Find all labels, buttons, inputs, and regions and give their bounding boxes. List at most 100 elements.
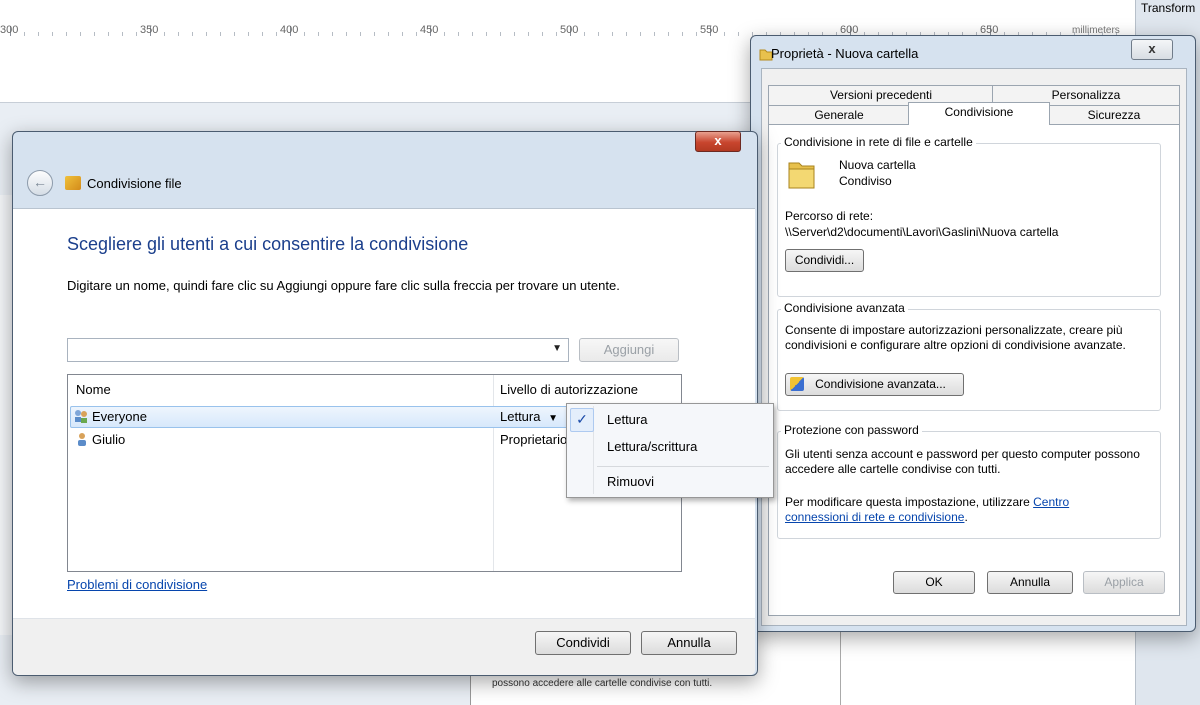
tab-condivisione[interactable]: Condivisione <box>908 102 1050 125</box>
apply-button[interactable]: Applica <box>1083 571 1165 594</box>
properties-close-button[interactable]: x <box>1131 39 1173 60</box>
password-protection-description: Gli utenti senza account e password per … <box>785 447 1140 476</box>
file-sharing-close-button[interactable]: x <box>695 131 741 152</box>
annulla-button[interactable]: Annulla <box>641 631 737 655</box>
sharing-problems-link[interactable]: Problemi di condivisione <box>67 577 207 592</box>
tab-page-condivisione: Condivisione in rete di file e cartelle … <box>768 124 1180 616</box>
ruler-minor-tick <box>612 32 613 36</box>
ruler-minor-tick <box>402 32 403 36</box>
permission-dropdown-arrow-icon[interactable]: ▼ <box>548 413 558 424</box>
ruler-minor-tick <box>192 32 193 36</box>
ruler-minor-tick <box>486 32 487 36</box>
ruler-minor-tick <box>234 32 235 36</box>
network-path-label: Percorso di rete: <box>785 209 874 223</box>
background-panel <box>840 625 1136 705</box>
ruler-minor-tick <box>94 32 95 36</box>
ok-button[interactable]: OK <box>893 571 975 594</box>
advanced-sharing-description: Consente di impostare autorizzazioni per… <box>785 323 1126 352</box>
condividi-button[interactable]: Condividi <box>535 631 631 655</box>
shield-icon <box>790 377 804 391</box>
ruler-minor-tick <box>38 32 39 36</box>
menu-item-lettura[interactable]: Lettura <box>607 412 647 427</box>
ruler-label: 450 <box>420 24 439 36</box>
ruler-minor-tick <box>108 32 109 36</box>
ruler-minor-tick <box>262 32 263 36</box>
folder-status: Condiviso <box>839 174 892 188</box>
column-header-name[interactable]: Nome <box>76 382 111 397</box>
shared-folder-icon <box>788 162 815 189</box>
instruction-text: Digitare un nome, quindi fare clic su Ag… <box>67 278 620 293</box>
cancel-button[interactable]: Annulla <box>987 571 1073 594</box>
add-button[interactable]: Aggiungi <box>579 338 679 362</box>
ruler-minor-tick <box>738 32 739 36</box>
ruler-minor-tick <box>458 32 459 36</box>
close-icon: x <box>714 133 722 148</box>
ruler-minor-tick <box>416 32 417 36</box>
users-group-icon <box>74 409 88 423</box>
share-button[interactable]: Condividi... <box>785 249 864 272</box>
ruler-minor-tick <box>304 32 305 36</box>
password-protection-prompt: Per modificare questa impostazione, util… <box>785 495 1085 525</box>
ruler-minor-tick <box>444 32 445 36</box>
ruler-minor-tick <box>542 32 543 36</box>
folder-name: Nuova cartella <box>839 158 916 172</box>
column-header-permission[interactable]: Livello di autorizzazione <box>500 382 638 397</box>
advanced-sharing-button[interactable]: Condivisione avanzata... <box>785 373 964 396</box>
permission-giulio: Proprietario <box>500 432 568 447</box>
checkmark-icon: ✓ <box>570 408 594 432</box>
back-arrow-icon[interactable]: ← <box>27 170 53 196</box>
tab-generale[interactable]: Generale <box>768 105 910 126</box>
dropdown-arrow-icon[interactable]: ▼ <box>552 343 562 354</box>
ruler-minor-tick <box>528 32 529 36</box>
network-sharing-group-title: Condivisione in rete di file e cartelle <box>781 135 976 149</box>
ruler-minor-tick <box>472 32 473 36</box>
ruler-minor-tick <box>682 32 683 36</box>
ruler-minor-tick <box>654 32 655 36</box>
properties-dialog: Proprietà - Nuova cartella x Versioni pr… <box>750 35 1196 632</box>
properties-dialog-title: Proprietà - Nuova cartella <box>771 46 919 61</box>
ruler-minor-tick <box>360 32 361 36</box>
file-sharing-footer: Condividi Annulla <box>13 618 755 675</box>
ruler-minor-tick <box>374 32 375 36</box>
ruler-minor-tick <box>318 32 319 36</box>
ruler-minor-tick <box>52 32 53 36</box>
ruler-minor-tick <box>136 32 137 36</box>
menu-item-lettura-scrittura[interactable]: Lettura/scrittura <box>607 439 697 454</box>
menu-separator <box>597 466 769 467</box>
ruler-minor-tick <box>24 32 25 36</box>
password-prompt-suffix: . <box>964 510 968 524</box>
background-document-text: possono accedere alle cartelle condivise… <box>492 678 713 689</box>
user-name-giulio: Giulio <box>92 432 126 447</box>
menu-item-rimuovi[interactable]: Rimuovi <box>607 474 654 489</box>
user-name-combobox[interactable]: ▼ <box>67 338 569 362</box>
ruler-minor-tick <box>584 32 585 36</box>
ruler-label: 550 <box>700 24 719 36</box>
ruler-minor-tick <box>556 32 557 36</box>
page-heading: Scegliere gli utenti a cui consentire la… <box>67 234 469 254</box>
advanced-sharing-group-title: Condivisione avanzata <box>781 301 908 315</box>
ruler-minor-tick <box>598 32 599 36</box>
password-protection-group-title: Protezione con password <box>781 423 922 437</box>
close-icon: x <box>1148 41 1156 56</box>
user-name-everyone: Everyone <box>92 409 147 424</box>
ruler-minor-tick <box>640 32 641 36</box>
ruler-minor-tick <box>332 32 333 36</box>
password-prompt-text: Per modificare questa impostazione, util… <box>785 495 1030 509</box>
permission-value: Lettura <box>500 409 541 424</box>
ruler-minor-tick <box>248 32 249 36</box>
permission-menu: ✓ Lettura Lettura/scrittura Rimuovi <box>566 403 774 498</box>
network-path-value: \\Server\d2\documenti\Lavori\Gaslini\Nuo… <box>785 225 1059 239</box>
ruler-minor-tick <box>500 32 501 36</box>
permission-everyone[interactable]: Lettura ▼ <box>500 409 558 424</box>
ruler-minor-tick <box>178 32 179 36</box>
ruler-minor-tick <box>514 32 515 36</box>
ruler-label: 400 <box>280 24 299 36</box>
file-sharing-dialog-title: Condivisione file <box>87 176 182 191</box>
column-separator <box>493 375 494 571</box>
ruler-minor-tick <box>626 32 627 36</box>
ruler-minor-tick <box>66 32 67 36</box>
ruler-minor-tick <box>668 32 669 36</box>
ruler-minor-tick <box>388 32 389 36</box>
tab-sicurezza[interactable]: Sicurezza <box>1048 105 1180 126</box>
drawing-canvas[interactable] <box>0 42 760 103</box>
